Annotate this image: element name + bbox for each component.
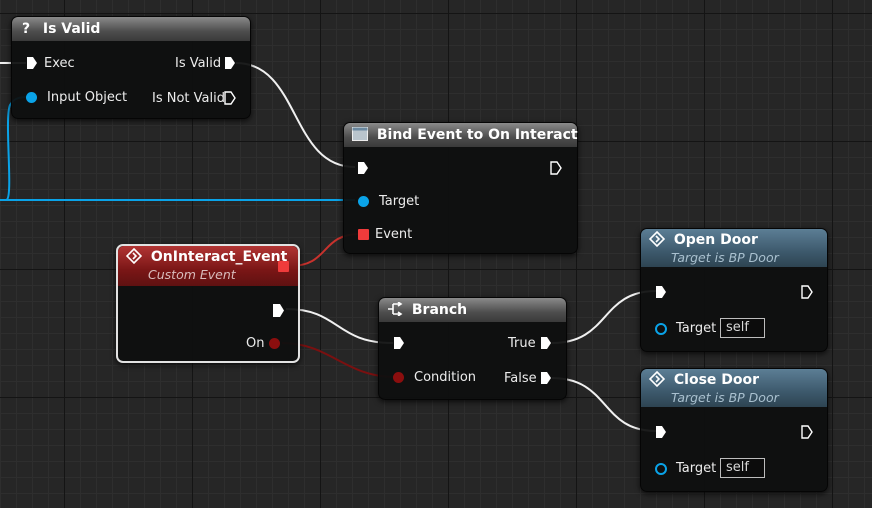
exec-in-pin[interactable] (393, 336, 405, 350)
delegate-pin[interactable] (278, 261, 289, 272)
bind-event-node[interactable]: Bind Event to On Interact Target Event (343, 122, 578, 254)
exec-in-pin[interactable] (655, 425, 667, 439)
is-valid-header[interactable]: ? Is Valid (12, 17, 250, 41)
target-label: Target (676, 461, 717, 476)
node-title: Open Door (673, 232, 758, 248)
target-label: Target (676, 321, 717, 336)
node-title: Branch (411, 302, 468, 318)
exec-wire-isvalid-bind (235, 62, 356, 168)
event-diamond-icon (126, 247, 142, 264)
is-valid-out-label: Is Valid (175, 56, 222, 71)
branch-icon (388, 301, 403, 316)
bind-event-header[interactable]: Bind Event to On Interact (344, 123, 578, 147)
exec-out-pin[interactable] (550, 161, 562, 175)
node-title: Close Door (673, 372, 760, 388)
exec-in-pin[interactable] (26, 56, 38, 70)
true-out-pin[interactable] (540, 336, 552, 350)
open-door-node[interactable]: Open Door Target is BP Door Target self (640, 228, 828, 352)
on-label: On (246, 336, 265, 351)
is-not-valid-out-pin[interactable] (224, 91, 236, 105)
close-door-node[interactable]: Close Door Target is BP Door Target self (640, 368, 828, 492)
exec-in-label: Exec (44, 56, 75, 71)
exec-in-pin[interactable] (357, 161, 369, 175)
target-pin[interactable] (655, 323, 667, 335)
exec-out-pin[interactable] (801, 425, 813, 439)
svg-text:?: ? (22, 21, 30, 36)
open-door-header[interactable]: Open Door Target is BP Door (641, 229, 827, 267)
is-not-valid-out-label: Is Not Valid (152, 91, 225, 106)
true-out-label: True (508, 336, 536, 351)
target-pin[interactable] (358, 196, 369, 207)
on-bool-pin[interactable] (269, 338, 280, 349)
exec-out-pin[interactable] (272, 303, 285, 318)
question-icon: ? (22, 21, 30, 36)
node-title: Is Valid (42, 21, 101, 37)
branch-node[interactable]: Branch Condition True False (378, 297, 567, 400)
target-pin[interactable] (655, 463, 667, 475)
target-label: Target (379, 194, 420, 209)
false-out-pin[interactable] (540, 371, 552, 385)
exec-wire-event-branch (285, 308, 394, 344)
node-subtitle: Custom Event (148, 267, 236, 282)
oninteract-event-node[interactable]: OnInteract_Event Custom Event On (116, 244, 300, 363)
function-diamond-icon (649, 370, 665, 387)
exec-out-pin[interactable] (801, 285, 813, 299)
is-valid-node[interactable]: ? Is Valid Exec Input Object Is Valid Is… (11, 16, 251, 119)
target-self-field[interactable]: self (720, 318, 765, 338)
node-title: Bind Event to On Interact (376, 127, 578, 143)
function-diamond-icon (649, 230, 665, 247)
target-self-field[interactable]: self (720, 458, 765, 478)
close-door-header[interactable]: Close Door Target is BP Door (641, 369, 827, 407)
input-object-label: Input Object (47, 90, 128, 105)
false-out-label: False (504, 371, 537, 386)
node-title: OnInteract_Event (150, 249, 288, 265)
condition-label: Condition (414, 370, 477, 385)
function-icon (352, 126, 368, 141)
branch-header[interactable]: Branch (379, 298, 566, 322)
node-subtitle: Target is BP Door (671, 390, 779, 405)
node-subtitle: Target is BP Door (671, 250, 779, 265)
oninteract-header[interactable]: OnInteract_Event Custom Event (118, 246, 298, 286)
is-valid-out-pin[interactable] (224, 56, 236, 70)
input-object-pin[interactable] (26, 92, 37, 103)
exec-in-pin[interactable] (655, 285, 667, 299)
event-label: Event (375, 227, 413, 242)
event-pin[interactable] (358, 229, 369, 240)
condition-pin[interactable] (393, 372, 404, 383)
